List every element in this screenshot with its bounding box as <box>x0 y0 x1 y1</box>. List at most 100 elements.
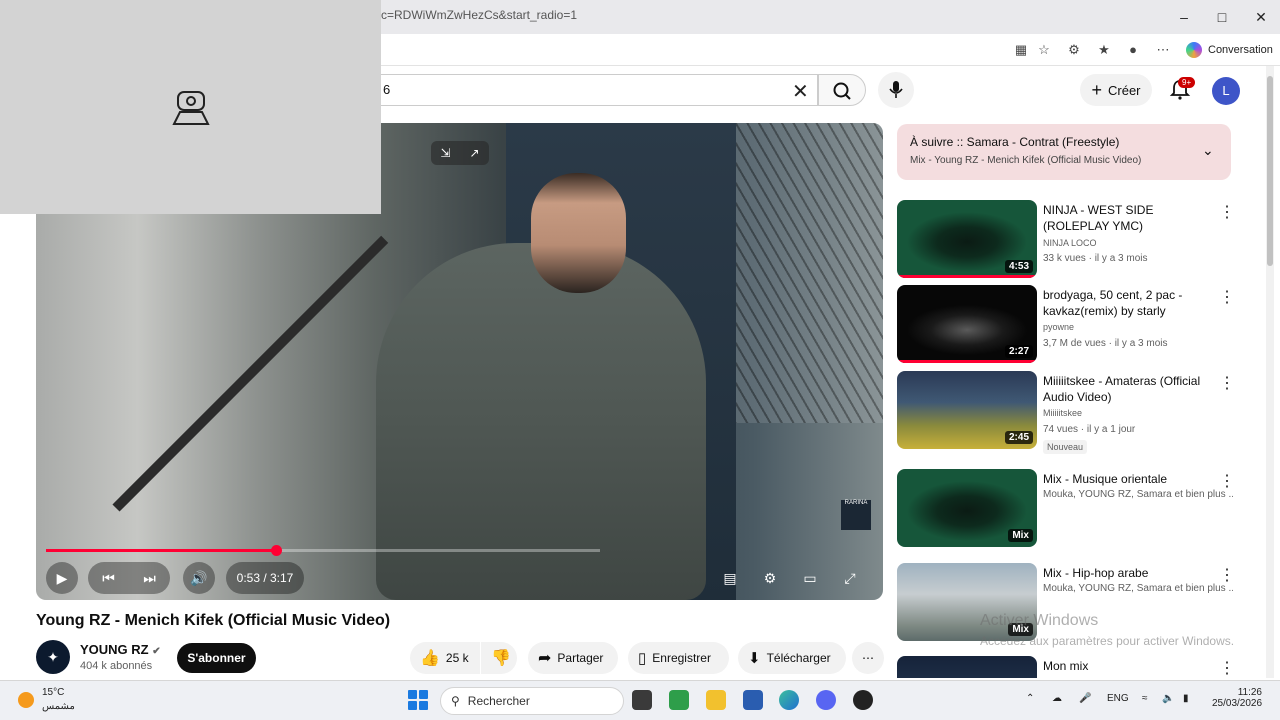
task-view-icon[interactable] <box>632 690 652 710</box>
app-icon[interactable] <box>853 690 873 710</box>
search-button[interactable] <box>818 74 866 106</box>
mix-label: Mix <box>1008 529 1033 542</box>
watched-progress-bar <box>897 360 1037 363</box>
app-icon[interactable] <box>669 690 689 710</box>
favorites-icon[interactable]: ★ <box>1096 42 1112 58</box>
save-button[interactable]: ▯ Enregistrer <box>628 642 729 674</box>
language-indicator[interactable]: ENG <box>1107 693 1129 704</box>
edge-browser-icon[interactable] <box>779 690 799 710</box>
recommendation-title: Mix - Musique orientale <box>1043 472 1168 486</box>
weather-sun-icon[interactable] <box>18 692 34 708</box>
previous-icon[interactable]: ⏮ <box>102 570 115 587</box>
recommendation-card[interactable]: 2:45 Miiiiitskee - Amateras (Official Au… <box>897 371 1237 454</box>
volume-icon[interactable]: 🔊 <box>183 562 215 594</box>
video-thumbnail[interactable]: 2:45 <box>897 371 1037 449</box>
recommendation-meta: Mouka, YOUNG RZ, Samara et bien plus ... <box>1043 489 1233 500</box>
recommendation-meta: 33 k vues · il y a 3 mois <box>1043 253 1148 264</box>
more-menu-icon[interactable]: ⋯ <box>1155 42 1171 58</box>
channel-name[interactable]: YOUNG RZ ✔ <box>80 642 161 657</box>
taskbar-search[interactable]: ⚲ Rechercher <box>440 687 624 715</box>
video-title: Young RZ - Menich Kifek (Official Music … <box>36 612 391 629</box>
scrollbar-thumb[interactable] <box>1267 76 1273 266</box>
recommendation-title: brodyaga, 50 cent, 2 pac - kavkaz(remix)… <box>1043 288 1183 318</box>
favorite-star-icon[interactable]: ☆ <box>1036 42 1052 58</box>
video-thumbnail[interactable]: 2:27 <box>897 285 1037 363</box>
up-next-title: À suivre :: Samara - Contrat (Freestyle) <box>910 135 1120 149</box>
thumbs-down-icon: 👎 <box>491 650 511 667</box>
share-arrow-icon: ➦ <box>538 650 552 667</box>
mix-thumbnail[interactable]: Mix <box>897 469 1037 547</box>
like-count: 25 k <box>445 651 469 665</box>
fullscreen-icon[interactable]: ⤢ <box>838 562 862 594</box>
recommendation-title: NINJA - WEST SIDE (ROLEPLAY YMC) <box>1043 203 1154 233</box>
subtitles-icon[interactable]: ▤ <box>718 562 742 594</box>
copilot-conversation-button[interactable]: Conversation <box>1186 40 1273 60</box>
minimize-icon[interactable]: – <box>1173 6 1195 28</box>
cloud-icon[interactable]: ☁ <box>1052 693 1062 704</box>
recommendation-title: Mon mix <box>1043 659 1089 673</box>
battery-icon[interactable]: ▮ <box>1183 693 1189 704</box>
mix-thumbnail[interactable] <box>897 656 1037 678</box>
recommendation-card[interactable]: Mix Mix - Musique orientale Mouka, YOUNG… <box>897 469 1237 547</box>
weather-temperature: 15°C <box>42 687 65 698</box>
like-button[interactable]: 👍 25 k <box>410 642 480 674</box>
more-actions-button[interactable]: ⋯ <box>852 642 884 674</box>
new-badge: Nouveau <box>1043 440 1088 454</box>
share-video-icon[interactable]: ↗ <box>469 146 479 160</box>
close-window-icon[interactable]: ✕ <box>1250 6 1272 28</box>
more-vertical-icon[interactable]: ⋮ <box>1219 373 1235 393</box>
progress-scrubber[interactable] <box>270 545 282 556</box>
channel-avatar[interactable]: ✦ <box>36 640 70 674</box>
chevron-down-icon[interactable]: ⌄ <box>1202 142 1214 159</box>
subscribe-button[interactable]: S'abonner <box>177 643 256 673</box>
profile-icon[interactable]: ● <box>1125 42 1141 58</box>
clear-search-icon[interactable]: ✕ <box>792 79 809 104</box>
plus-icon: + <box>1091 79 1102 100</box>
video-thumbnail[interactable]: 4:53 <box>897 200 1037 278</box>
maximize-icon[interactable]: □ <box>1211 6 1233 28</box>
weather-description: مشمس <box>42 701 75 712</box>
share-button[interactable]: ➦ Partager <box>528 642 618 674</box>
microphone-icon[interactable]: 🎤 <box>1079 693 1091 704</box>
play-button[interactable]: ▶ <box>46 562 78 594</box>
more-vertical-icon[interactable]: ⋮ <box>1219 471 1235 491</box>
extensions-icon[interactable]: ⚙ <box>1066 42 1082 58</box>
discord-icon[interactable] <box>816 690 836 710</box>
recommendation-card[interactable]: 2:27 brodyaga, 50 cent, 2 pac - kavkaz(r… <box>897 285 1237 363</box>
more-vertical-icon[interactable]: ⋮ <box>1219 202 1235 222</box>
url-field[interactable]: c=RDWiWmZwHezCs&start_radio=1 <box>381 8 577 22</box>
chevron-up-icon[interactable]: ⌃ <box>1026 693 1034 704</box>
progress-bar-fill <box>46 549 276 552</box>
more-vertical-icon[interactable]: ⋮ <box>1219 658 1235 678</box>
theater-mode-icon[interactable]: ▭ <box>798 562 822 594</box>
recommendation-card[interactable]: Mon mix ⋮ <box>897 656 1237 678</box>
next-icon[interactable]: ⏭ <box>143 570 156 587</box>
search-input[interactable] <box>381 74 818 106</box>
file-explorer-icon[interactable] <box>706 690 726 710</box>
create-button[interactable]: + Créer <box>1080 74 1152 106</box>
recommendation-card[interactable]: 4:53 NINJA - WEST SIDE (ROLEPLAY YMC) NI… <box>897 200 1237 278</box>
voice-search-button[interactable] <box>878 72 914 108</box>
download-button[interactable]: ⬇ Télécharger <box>738 642 846 674</box>
store-icon[interactable] <box>743 690 763 710</box>
activate-windows-subtitle: Accédez aux paramètres pour activer Wind… <box>980 634 1235 648</box>
windows-start-icon[interactable] <box>408 690 428 710</box>
video-top-controls: ⇲ ↗ <box>431 141 489 165</box>
webcam-icon <box>172 91 210 125</box>
system-clock[interactable]: 11:26 25/03/2026 <box>1212 687 1262 709</box>
account-avatar[interactable]: L <box>1212 77 1240 105</box>
miniplayer-icon[interactable]: ⇲ <box>440 146 450 160</box>
dislike-button[interactable]: 👎 <box>481 642 517 674</box>
recommendation-meta: Mouka, YOUNG RZ, Samara et bien plus ... <box>1043 583 1233 594</box>
apps-icon[interactable]: ▦ <box>1013 42 1029 58</box>
time-display: 0:53 / 3:17 <box>226 562 304 594</box>
recommendation-channel: Miiiiitskee <box>1043 408 1083 418</box>
wifi-icon[interactable]: ≈ <box>1142 693 1148 704</box>
settings-gear-icon[interactable]: ⚙ <box>758 562 782 594</box>
more-vertical-icon[interactable]: ⋮ <box>1219 287 1235 307</box>
more-vertical-icon[interactable]: ⋮ <box>1219 565 1235 585</box>
up-next-panel[interactable] <box>897 124 1231 180</box>
video-frame-railing <box>112 235 389 512</box>
verified-icon: ✔ <box>152 646 161 657</box>
speaker-icon[interactable]: 🔈 <box>1162 693 1174 704</box>
